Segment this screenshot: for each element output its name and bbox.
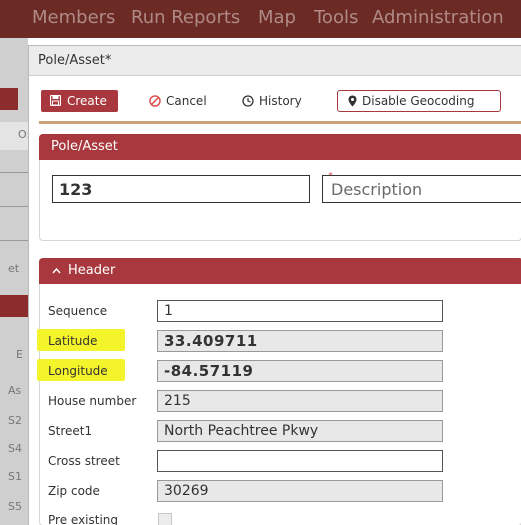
background-label: E bbox=[16, 348, 23, 361]
sequence-label: Sequence bbox=[48, 304, 108, 318]
pole-asset-panel: Pole/Asset 123 * Description bbox=[39, 134, 521, 241]
background-label: S4 bbox=[8, 442, 22, 455]
background-divider bbox=[0, 240, 28, 241]
background-divider bbox=[0, 206, 28, 207]
sequence-input[interactable]: 1 bbox=[157, 300, 443, 322]
nav-administration[interactable]: Administration bbox=[372, 7, 504, 28]
background-label: S1 bbox=[8, 470, 22, 483]
house-number-label: House number bbox=[48, 394, 137, 408]
nav-run-reports[interactable]: Run Reports bbox=[131, 7, 240, 28]
latitude-input[interactable]: 33.409711 bbox=[157, 330, 443, 352]
dialog-toolbar: Create Cancel History Disable Geocoding bbox=[29, 76, 521, 130]
cancel-label: Cancel bbox=[166, 94, 207, 108]
background-label: As bbox=[8, 384, 22, 397]
create-label: Create bbox=[67, 94, 107, 108]
background-label: S5 bbox=[8, 500, 22, 513]
save-icon bbox=[50, 95, 61, 106]
background-label: et bbox=[8, 262, 20, 275]
longitude-input[interactable]: -84.57119 bbox=[157, 360, 443, 382]
top-navigation: Members Run Reports Map Tools Administra… bbox=[0, 0, 521, 38]
header-panel-title: Header bbox=[68, 263, 116, 278]
pole-asset-dialog: Pole/Asset* Create Cancel History Disabl… bbox=[28, 45, 521, 525]
chevron-up-icon bbox=[52, 267, 61, 274]
zip-code-label: Zip code bbox=[48, 484, 100, 498]
street1-label: Street1 bbox=[48, 424, 93, 438]
zip-code-input[interactable]: 30269 bbox=[157, 480, 443, 502]
background-divider bbox=[0, 172, 28, 173]
latitude-label: Latitude bbox=[48, 334, 98, 348]
nav-members[interactable]: Members bbox=[32, 7, 115, 28]
cross-street-input[interactable] bbox=[157, 450, 443, 472]
header-panel: Header Sequence 1 Latitude 33.409711 Lon… bbox=[37, 258, 521, 525]
create-button[interactable]: Create bbox=[41, 90, 118, 112]
dialog-title: Pole/Asset* bbox=[38, 53, 112, 68]
pole-asset-panel-title: Pole/Asset bbox=[51, 139, 118, 154]
description-field[interactable]: Description bbox=[322, 175, 521, 203]
nav-map[interactable]: Map bbox=[258, 7, 296, 28]
longitude-label: Longitude bbox=[48, 364, 108, 378]
map-marker-icon bbox=[348, 95, 357, 107]
cross-street-label: Cross street bbox=[48, 454, 120, 468]
cancel-icon bbox=[149, 95, 161, 107]
geocoding-label: Disable Geocoding bbox=[362, 94, 475, 108]
pre-existing-label: Pre existing bbox=[48, 513, 119, 525]
background-header bbox=[0, 295, 28, 317]
clock-icon bbox=[242, 95, 254, 107]
nav-tools[interactable]: Tools bbox=[314, 7, 358, 28]
toolbar-divider bbox=[39, 121, 521, 124]
street1-input[interactable]: North Peachtree Pkwy bbox=[157, 420, 443, 442]
pre-existing-checkbox[interactable] bbox=[158, 513, 172, 525]
background-button bbox=[0, 88, 18, 110]
house-number-input[interactable]: 215 bbox=[157, 390, 443, 412]
background-label: S2 bbox=[8, 414, 22, 427]
history-label: History bbox=[259, 94, 302, 108]
header-panel-toggle[interactable]: Header bbox=[39, 258, 521, 284]
dialog-titlebar[interactable]: Pole/Asset* bbox=[29, 46, 521, 76]
disable-geocoding-button[interactable]: Disable Geocoding bbox=[337, 90, 501, 112]
pole-asset-panel-header: Pole/Asset bbox=[39, 134, 521, 160]
pole-id-field[interactable]: 123 bbox=[52, 175, 310, 203]
